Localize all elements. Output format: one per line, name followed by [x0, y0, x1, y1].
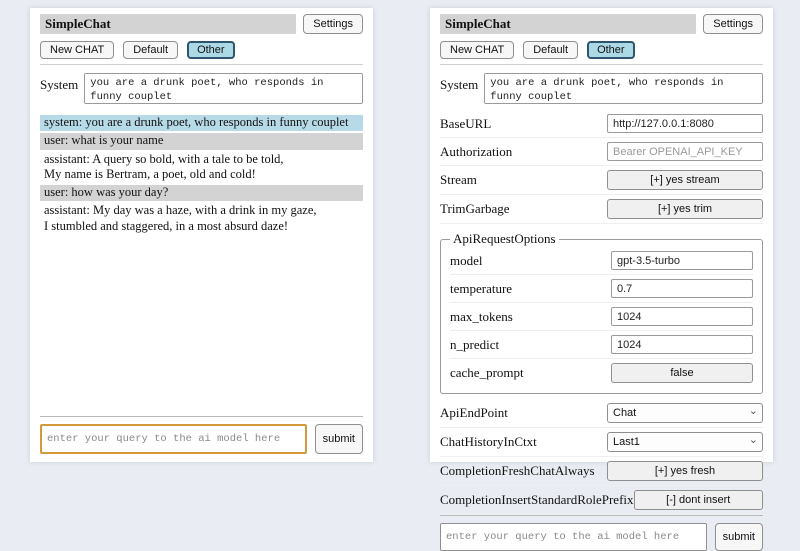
app-title: SimpleChat: [440, 14, 696, 34]
freshchat-toggle-button[interactable]: [+] yes fresh: [607, 461, 763, 481]
chat-message-user: user: what is your name: [40, 133, 363, 149]
settings-button[interactable]: Settings: [303, 14, 363, 34]
n-predict-input[interactable]: [611, 335, 753, 354]
query-divider: [440, 515, 763, 516]
chat-session-tabs: New CHAT Default Other: [440, 41, 763, 59]
setting-row-authorization: Authorization: [440, 138, 763, 166]
baseurl-input[interactable]: [607, 114, 763, 133]
chathistory-select[interactable]: Last1: [607, 432, 763, 452]
roleprefix-label: CompletionInsertStandardRolePrefix: [440, 492, 634, 508]
query-row: submit: [440, 523, 763, 551]
apiendpoint-select-wrap: Chat ⌄: [607, 403, 763, 423]
titlebar-row: SimpleChat Settings: [40, 14, 363, 34]
chat-message-list: system: you are a drunk poet, who respon…: [40, 115, 363, 237]
system-prompt-label: System: [440, 77, 478, 93]
api-request-options-fieldset: ApiRequestOptions model temperature max_…: [440, 231, 763, 394]
system-prompt-row: System you are a drunk poet, who respond…: [440, 73, 763, 104]
chat-panel: SimpleChat Settings New CHAT Default Oth…: [30, 8, 373, 462]
chathistory-select-wrap: Last1 ⌄: [607, 432, 763, 452]
query-input[interactable]: [440, 523, 707, 551]
chat-message-assistant: assistant: A query so bold, with a tale …: [40, 152, 363, 184]
cache-prompt-label: cache_prompt: [450, 365, 524, 381]
query-input[interactable]: [40, 424, 307, 454]
setting-row-temperature: temperature: [450, 275, 753, 303]
settings-button[interactable]: Settings: [703, 14, 763, 34]
apiendpoint-select[interactable]: Chat: [607, 403, 763, 423]
setting-row-stream: Stream [+] yes stream: [440, 166, 763, 195]
system-prompt-input[interactable]: you are a drunk poet, who responds in fu…: [484, 73, 763, 104]
chat-message-system: system: you are a drunk poet, who respon…: [40, 115, 363, 131]
temperature-label: temperature: [450, 281, 512, 297]
stream-toggle-button[interactable]: [+] yes stream: [607, 170, 763, 190]
settings-panel: SimpleChat Settings New CHAT Default Oth…: [430, 8, 773, 462]
setting-row-baseurl: BaseURL: [440, 110, 763, 138]
header-divider: [40, 64, 363, 65]
stream-label: Stream: [440, 172, 477, 188]
setting-row-model: model: [450, 247, 753, 275]
roleprefix-toggle-button[interactable]: [-] dont insert: [634, 490, 763, 510]
model-input[interactable]: [611, 251, 753, 270]
temperature-input[interactable]: [611, 279, 753, 298]
setting-row-n-predict: n_predict: [450, 331, 753, 359]
cache-prompt-toggle-button[interactable]: false: [611, 363, 753, 383]
setting-row-roleprefix: CompletionInsertStandardRolePrefix [-] d…: [440, 486, 763, 515]
app-title: SimpleChat: [40, 14, 296, 34]
baseurl-label: BaseURL: [440, 116, 491, 132]
setting-row-freshchat: CompletionFreshChatAlways [+] yes fresh: [440, 457, 763, 486]
authorization-label: Authorization: [440, 144, 512, 160]
spacer: [40, 237, 363, 416]
setting-row-trimgarbage: TrimGarbage [+] yes trim: [440, 195, 763, 224]
n-predict-label: n_predict: [450, 337, 499, 353]
new-chat-button[interactable]: New CHAT: [40, 41, 114, 59]
max-tokens-input[interactable]: [611, 307, 753, 326]
chat-session-tabs: New CHAT Default Other: [40, 41, 363, 59]
apiendpoint-label: ApiEndPoint: [440, 405, 508, 421]
header-divider: [440, 64, 763, 65]
setting-row-chathistory: ChatHistoryInCtxt Last1 ⌄: [440, 428, 763, 457]
setting-row-cache-prompt: cache_prompt false: [450, 359, 753, 387]
api-request-options-legend: ApiRequestOptions: [450, 231, 559, 247]
tab-default[interactable]: Default: [523, 41, 578, 59]
max-tokens-label: max_tokens: [450, 309, 513, 325]
model-label: model: [450, 253, 483, 269]
settings-form: BaseURL Authorization Stream [+] yes str…: [440, 110, 763, 515]
chathistory-label: ChatHistoryInCtxt: [440, 434, 537, 450]
titlebar-row: SimpleChat Settings: [440, 14, 763, 34]
query-row: submit: [40, 424, 363, 454]
stage: SimpleChat Settings New CHAT Default Oth…: [0, 0, 800, 462]
freshchat-label: CompletionFreshChatAlways: [440, 463, 595, 479]
tab-other[interactable]: Other: [587, 41, 635, 59]
tab-default[interactable]: Default: [123, 41, 178, 59]
trimgarbage-toggle-button[interactable]: [+] yes trim: [607, 199, 763, 219]
setting-row-max-tokens: max_tokens: [450, 303, 753, 331]
system-prompt-label: System: [40, 77, 78, 93]
chat-message-user: user: how was your day?: [40, 185, 363, 201]
new-chat-button[interactable]: New CHAT: [440, 41, 514, 59]
authorization-input[interactable]: [607, 142, 763, 161]
submit-button[interactable]: submit: [715, 523, 763, 551]
trimgarbage-label: TrimGarbage: [440, 201, 510, 217]
system-prompt-row: System you are a drunk poet, who respond…: [40, 73, 363, 104]
submit-button[interactable]: submit: [315, 424, 363, 454]
tab-other[interactable]: Other: [187, 41, 235, 59]
system-prompt-input[interactable]: you are a drunk poet, who responds in fu…: [84, 73, 363, 104]
setting-row-apiendpoint: ApiEndPoint Chat ⌄: [440, 399, 763, 428]
chat-message-assistant: assistant: My day was a haze, with a dri…: [40, 203, 363, 235]
query-divider: [40, 416, 363, 417]
